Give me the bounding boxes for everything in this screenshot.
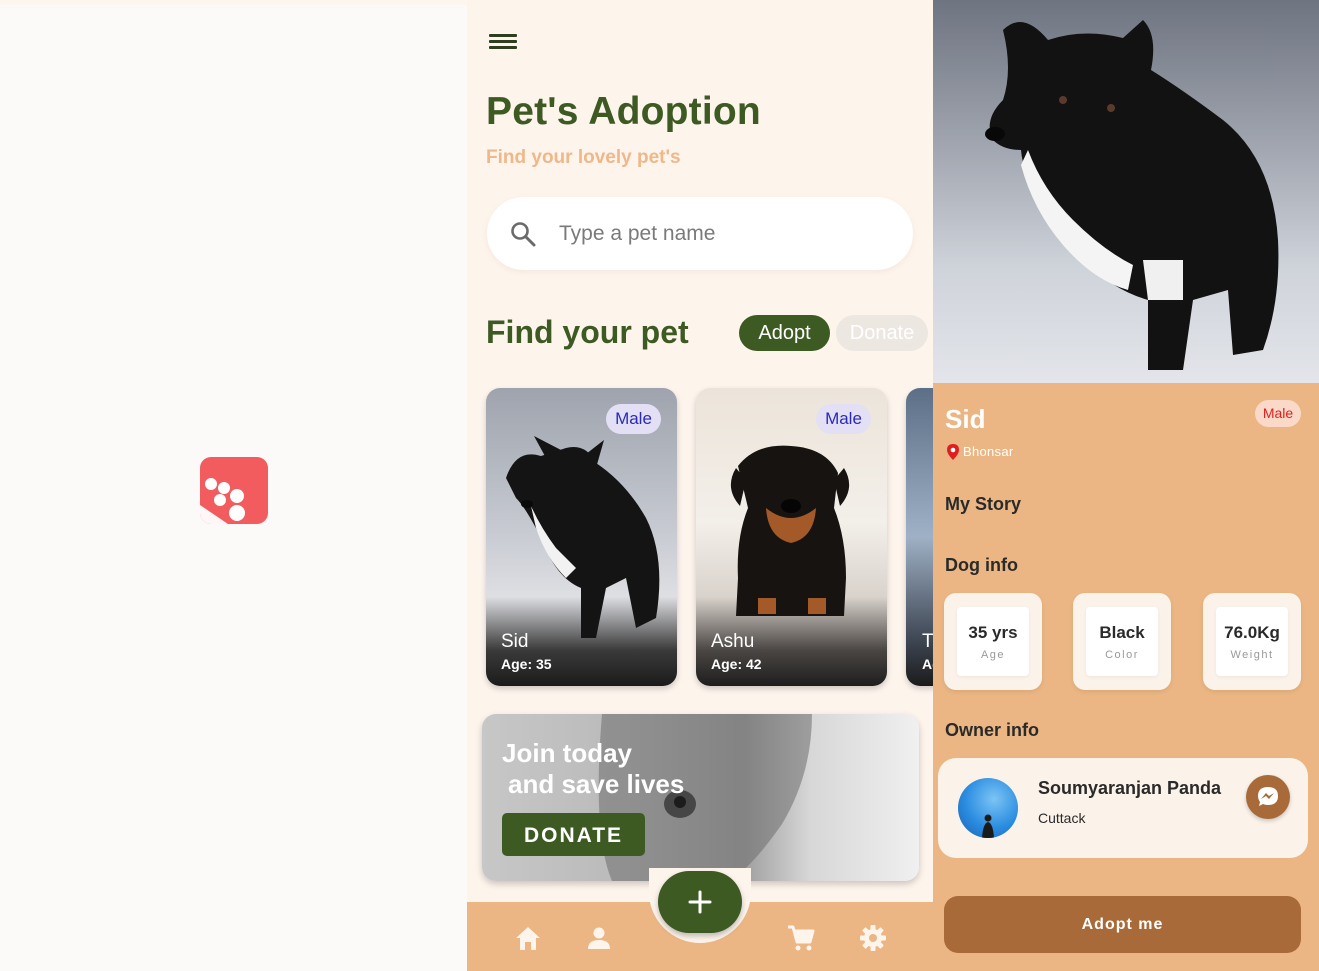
messenger-icon [1258, 787, 1278, 806]
info-label: Age [980, 649, 1006, 661]
pet-age: Age: 42 [711, 656, 762, 672]
home-icon[interactable] [513, 923, 543, 953]
gear-icon[interactable] [858, 923, 888, 953]
owner-name: Soumyaranjan Panda [1038, 778, 1222, 798]
story-heading: My Story [945, 494, 1022, 514]
pet-card-ashu[interactable]: Male Ashu Age: 42 [696, 388, 887, 686]
pet-name: T [922, 631, 933, 652]
status-strip [0, 0, 467, 5]
plus-icon [688, 890, 712, 914]
splash-screen [0, 0, 467, 971]
donate-button[interactable]: DONATE [502, 813, 645, 856]
info-label: Color [1105, 649, 1139, 661]
banner-line2: and save lives [508, 769, 685, 799]
info-card-age: 35 yrs Age [944, 593, 1042, 690]
info-value: 76.0Kg [1224, 623, 1280, 642]
search-bar[interactable] [487, 197, 913, 270]
owner-info-heading: Owner info [945, 720, 1039, 740]
gender-badge: Male [1255, 400, 1301, 427]
adopt-filter-button[interactable]: Adopt [739, 315, 830, 351]
section-title: Find your pet [486, 314, 689, 350]
home-screen: Pet's Adoption Find your lovely pet's Fi… [467, 0, 933, 971]
page-subtitle: Find your lovely pet's [486, 147, 681, 168]
pet-card-sid[interactable]: Male Sid Age: 35 [486, 388, 677, 686]
owner-city: Cuttack [1038, 810, 1086, 826]
pet-age: Ag [922, 656, 933, 672]
pet-location: Bhonsar [963, 444, 1014, 459]
search-icon [511, 222, 536, 247]
pet-age: Age: 35 [501, 656, 552, 672]
owner-card: Soumyaranjan Panda Cuttack [938, 758, 1308, 858]
pet-hero-photo [933, 0, 1319, 383]
menu-icon[interactable] [489, 30, 517, 54]
adopt-me-button[interactable]: Adopt me [944, 896, 1301, 953]
info-label: Weight [1230, 649, 1274, 661]
donate-banner: Join today and save lives DONATE [482, 714, 919, 881]
info-value: 35 yrs [968, 623, 1018, 642]
avatar [958, 778, 1018, 838]
info-card-weight: 76.0Kg Weight [1203, 593, 1301, 690]
pet-name: Sid [501, 631, 529, 652]
info-card-color: Black Color [1073, 593, 1171, 690]
gender-badge: Male [606, 404, 661, 434]
gender-badge: Male [816, 404, 871, 434]
search-input[interactable] [559, 215, 879, 253]
pet-name: Ashu [711, 631, 755, 652]
add-button[interactable] [658, 871, 742, 933]
message-owner-button[interactable] [1246, 775, 1290, 819]
donate-filter-button[interactable]: Donate [836, 315, 928, 351]
pet-detail-screen: Sid Male Bhonsar My Story Dog info 35 yr… [933, 0, 1319, 971]
pet-name: Sid [945, 404, 986, 434]
banner-text: Join today and save lives [502, 738, 684, 800]
person-icon[interactable] [584, 923, 614, 953]
location-pin-icon [947, 444, 959, 460]
cart-icon[interactable] [786, 923, 816, 953]
banner-line1: Join today [502, 738, 633, 768]
info-value: Black [1099, 623, 1145, 642]
page-title: Pet's Adoption [486, 90, 761, 133]
dog-info-heading: Dog info [945, 555, 1018, 575]
paw-logo-icon [200, 457, 268, 524]
pet-card-partial[interactable]: T Ag [906, 388, 933, 686]
